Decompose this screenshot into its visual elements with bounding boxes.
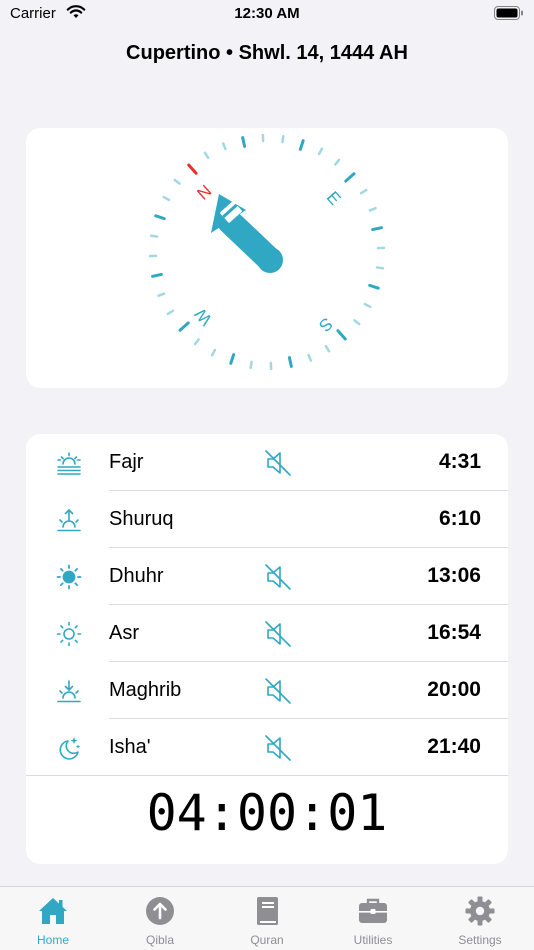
compass-card: N E S W: [26, 128, 508, 388]
compass-dial: N E S W: [148, 133, 386, 371]
speaker-muted-icon[interactable]: [264, 734, 292, 762]
prayer-row-asr[interactable]: Asr 16:54: [26, 605, 508, 662]
prayer-name: Dhuhr: [109, 565, 164, 587]
tab-label: Qibla: [145, 933, 174, 947]
sunrise-up-icon: [57, 509, 81, 532]
tab-utilities[interactable]: Utilities: [323, 887, 423, 950]
compass-tick: [363, 302, 372, 309]
prayer-name: Maghrib: [109, 679, 182, 701]
compass-tick: [203, 151, 210, 160]
prayer-time: 6:10: [438, 507, 481, 530]
prayer-row-isha[interactable]: Isha' 21:40: [26, 719, 508, 776]
compass-north-label: N: [193, 181, 215, 203]
sun-outline-icon: [56, 621, 82, 647]
compass-tick: [344, 172, 356, 183]
prayer-name: Fajr: [109, 451, 144, 473]
qibla-needle: [211, 194, 283, 273]
compass-tick: [317, 147, 324, 156]
compass-tick: [368, 283, 380, 290]
compass-tick: [371, 226, 383, 232]
compass-tick: [162, 195, 171, 202]
compass-tick: [149, 234, 159, 238]
clock-time: 12:30 AM: [234, 5, 300, 22]
compass-tick: [241, 136, 247, 148]
compass-tick: [375, 266, 385, 270]
prayer-row-dhuhr[interactable]: Dhuhr 13:06: [26, 548, 508, 605]
compass-south-label: S: [315, 314, 336, 336]
speaker-muted-icon[interactable]: [264, 677, 292, 705]
arrow-up-circle-icon: [146, 897, 174, 925]
tab-quran[interactable]: Quran: [217, 887, 317, 950]
tab-label: Home: [36, 933, 69, 947]
compass-tick: [151, 272, 163, 278]
compass-tick: [368, 206, 377, 212]
compass-tick: [353, 319, 361, 326]
prayer-name: Asr: [109, 622, 139, 644]
battery-icon: [494, 6, 523, 20]
compass-tick: [157, 292, 166, 298]
tab-label: Utilities: [353, 933, 393, 947]
speaker-muted-icon[interactable]: [264, 563, 292, 591]
prayer-time: 21:40: [427, 735, 481, 758]
compass-tick: [307, 353, 313, 362]
status-bar: Carrier 12:30 AM: [0, 0, 534, 30]
compass-tick: [166, 309, 175, 316]
sun-filled-icon: [56, 564, 82, 590]
compass-tick: [359, 188, 368, 195]
tab-label: Quran: [250, 933, 284, 947]
prayer-time: 13:06: [427, 564, 481, 587]
compass-tick: [173, 178, 181, 185]
compass-tick: [287, 356, 293, 368]
compass-west-label: W: [191, 304, 216, 329]
location-date-title: Cupertino • Shwl. 14, 1444 AH: [126, 42, 408, 64]
compass-tick: [229, 353, 236, 365]
tab-settings[interactable]: Settings: [430, 887, 530, 950]
prayer-name: Isha': [109, 736, 151, 758]
sunrise-lines-icon: [57, 452, 81, 475]
prayer-row-fajr[interactable]: Fajr 4:31: [26, 434, 508, 491]
briefcase-icon: [359, 898, 387, 923]
prayer-row-shuruq[interactable]: Shuruq 6:10: [26, 491, 508, 548]
compass-tick: [154, 214, 166, 221]
speaker-muted-icon[interactable]: [264, 449, 292, 477]
gear-icon: [465, 896, 495, 926]
tab-home[interactable]: Home: [3, 887, 103, 950]
prayer-row-maghrib[interactable]: Maghrib 20:00: [26, 662, 508, 719]
compass-tick: [187, 163, 198, 175]
moon-stars-icon: [59, 737, 80, 760]
compass-tick: [249, 360, 253, 370]
prayer-time: 16:54: [427, 621, 481, 644]
prayer-times-card: Fajr 4:31 Shuruq 6:10 Dhuhr 13:06 Asr 16…: [26, 434, 508, 864]
compass-east-label: E: [323, 188, 345, 209]
prayer-name: Shuruq: [109, 508, 174, 530]
compass-tick: [210, 348, 217, 357]
compass-tick: [221, 142, 227, 151]
house-icon: [39, 898, 67, 924]
compass-tick: [178, 321, 190, 332]
prayer-time: 4:31: [438, 450, 481, 473]
tab-bar: Home Qibla Quran Utilities Settings: [0, 886, 534, 950]
row-divider: [26, 775, 508, 776]
compass-tick: [281, 134, 285, 144]
compass-tick: [324, 344, 331, 353]
next-prayer-countdown: 04:00:01: [146, 784, 388, 842]
speaker-muted-icon[interactable]: [264, 620, 292, 648]
sunset-down-icon: [57, 680, 81, 703]
compass-tick: [334, 158, 341, 166]
book-icon: [257, 897, 278, 925]
tab-qibla[interactable]: Qibla: [110, 887, 210, 950]
compass-tick: [336, 329, 347, 341]
prayer-time: 20:00: [427, 678, 481, 701]
compass-tick: [193, 338, 200, 346]
tab-label: Settings: [458, 933, 502, 947]
compass-tick: [298, 139, 305, 151]
